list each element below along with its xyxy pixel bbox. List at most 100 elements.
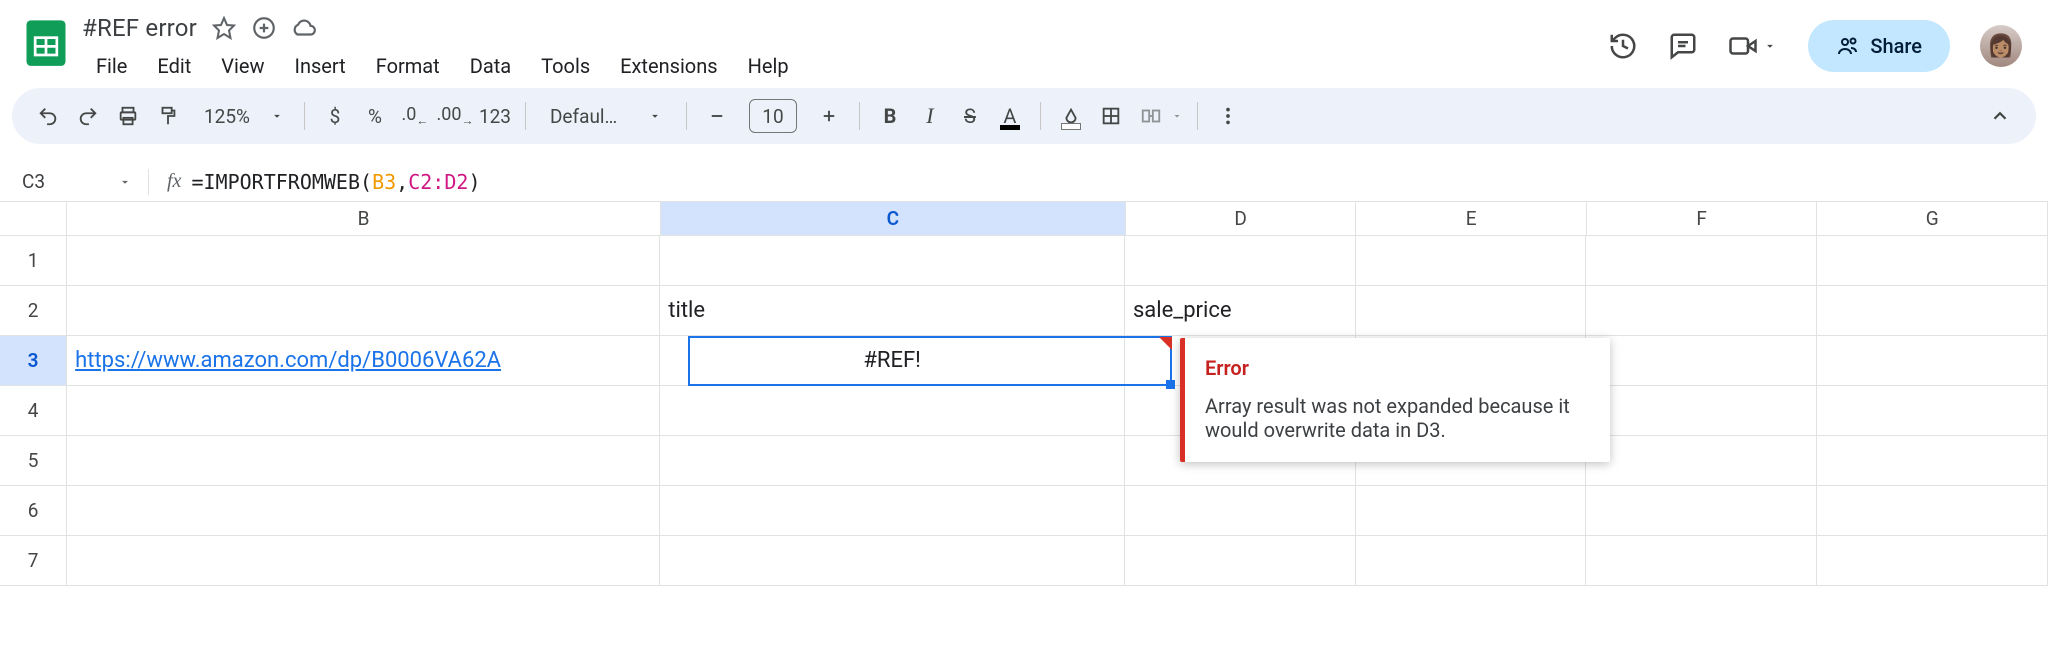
undo-button[interactable] — [28, 96, 68, 136]
menu-file[interactable]: File — [82, 50, 141, 82]
formula-bar[interactable]: =IMPORTFROMWEB(B3,C2:D2) — [191, 170, 480, 194]
cell-c3[interactable]: #REF! — [660, 336, 1125, 386]
fill-color-button[interactable] — [1051, 96, 1091, 136]
cell-d2[interactable]: sale_price — [1125, 286, 1356, 336]
more-toolbar-button[interactable] — [1208, 96, 1248, 136]
cell-g1[interactable] — [1817, 236, 2048, 286]
cell-g7[interactable] — [1817, 536, 2048, 586]
cell-c6[interactable] — [660, 486, 1125, 536]
cell-e2[interactable] — [1356, 286, 1587, 336]
cell-c4[interactable] — [660, 386, 1125, 436]
menu-tools[interactable]: Tools — [527, 50, 604, 82]
menu-view[interactable]: View — [207, 50, 278, 82]
select-all-corner[interactable] — [0, 202, 67, 235]
collapse-toolbar-button[interactable] — [1980, 96, 2020, 136]
decrease-font-size-button[interactable] — [697, 96, 737, 136]
menu-help[interactable]: Help — [734, 50, 803, 82]
decrease-decimal-button[interactable]: .0← — [395, 96, 435, 136]
cell-f1[interactable] — [1586, 236, 1817, 286]
cell-e7[interactable] — [1356, 536, 1587, 586]
text-color-button[interactable]: A — [990, 96, 1030, 136]
history-icon[interactable] — [1608, 31, 1638, 61]
cell-b7[interactable] — [67, 536, 660, 586]
merge-cells-button[interactable] — [1131, 96, 1171, 136]
cell-d7[interactable] — [1125, 536, 1356, 586]
row-header-1[interactable]: 1 — [0, 236, 67, 286]
cell-g6[interactable] — [1817, 486, 2048, 536]
cell-b2[interactable] — [67, 286, 660, 336]
menu-extensions[interactable]: Extensions — [606, 50, 731, 82]
row-header-2[interactable]: 2 — [0, 286, 67, 336]
cell-g5[interactable] — [1817, 436, 2048, 486]
cloud-saved-icon[interactable] — [291, 15, 317, 41]
name-box[interactable]: C3 — [0, 170, 140, 193]
italic-button[interactable]: I — [910, 96, 950, 136]
column-header-g[interactable]: G — [1817, 202, 2048, 235]
cell-f3[interactable] — [1586, 336, 1817, 386]
row-header-3[interactable]: 3 — [0, 336, 67, 386]
cell-b4[interactable] — [67, 386, 660, 436]
column-header-d[interactable]: D — [1126, 202, 1357, 235]
column-header-b[interactable]: B — [67, 202, 661, 235]
meet-button[interactable] — [1728, 31, 1778, 61]
cell-b5[interactable] — [67, 436, 660, 486]
menu-bar: File Edit View Insert Format Data Tools … — [82, 46, 1608, 86]
increase-font-size-button[interactable] — [809, 96, 849, 136]
move-icon[interactable] — [251, 15, 277, 41]
star-icon[interactable] — [211, 15, 237, 41]
bold-button[interactable]: B — [870, 96, 910, 136]
column-header-f[interactable]: F — [1587, 202, 1818, 235]
cell-f7[interactable] — [1586, 536, 1817, 586]
cell-f5[interactable] — [1586, 436, 1817, 486]
cell-b6[interactable] — [67, 486, 660, 536]
currency-button[interactable]: $ — [315, 96, 355, 136]
font-family-select[interactable]: Defaul… — [536, 105, 676, 128]
document-title[interactable]: #REF error — [82, 14, 197, 42]
cell-c7[interactable] — [660, 536, 1125, 586]
column-header-c[interactable]: C — [661, 202, 1126, 235]
row-header-7[interactable]: 7 — [0, 536, 67, 586]
cell-b3[interactable]: https://www.amazon.com/dp/B0006VA62A — [67, 336, 660, 386]
row-header-6[interactable]: 6 — [0, 486, 67, 536]
menu-insert[interactable]: Insert — [281, 50, 360, 82]
column-header-e[interactable]: E — [1356, 202, 1587, 235]
menu-data[interactable]: Data — [456, 50, 525, 82]
menu-edit[interactable]: Edit — [143, 50, 205, 82]
cell-d1[interactable] — [1125, 236, 1356, 286]
cell-f4[interactable] — [1586, 386, 1817, 436]
strikethrough-button[interactable]: S — [950, 96, 990, 136]
cell-c2[interactable]: title — [660, 286, 1125, 336]
share-button[interactable]: Share — [1808, 20, 1950, 72]
header: #REF error File Edit View Insert Format … — [0, 0, 2048, 88]
fx-icon: fx — [157, 170, 191, 193]
cell-g4[interactable] — [1817, 386, 2048, 436]
font-size-input[interactable]: 10 — [749, 99, 797, 133]
spreadsheet-grid[interactable]: B C D E F G 1 2 title sale_price 3 https… — [0, 202, 2048, 586]
cell-f2[interactable] — [1586, 286, 1817, 336]
paint-format-button[interactable] — [148, 96, 188, 136]
borders-button[interactable] — [1091, 96, 1131, 136]
cell-e1[interactable] — [1356, 236, 1587, 286]
menu-format[interactable]: Format — [362, 50, 454, 82]
increase-decimal-button[interactable]: .00→ — [435, 96, 475, 136]
cell-d6[interactable] — [1125, 486, 1356, 536]
column-headers: B C D E F G — [0, 202, 2048, 236]
sheets-logo[interactable] — [20, 16, 72, 68]
print-button[interactable] — [108, 96, 148, 136]
zoom-select[interactable]: 125% — [188, 105, 294, 128]
cell-g2[interactable] — [1817, 286, 2048, 336]
comments-icon[interactable] — [1668, 31, 1698, 61]
row-header-4[interactable]: 4 — [0, 386, 67, 436]
row-header-5[interactable]: 5 — [0, 436, 67, 486]
account-avatar[interactable]: 👩🏽 — [1980, 25, 2022, 67]
percent-button[interactable]: % — [355, 96, 395, 136]
cell-c5[interactable] — [660, 436, 1125, 486]
cell-e6[interactable] — [1356, 486, 1587, 536]
redo-button[interactable] — [68, 96, 108, 136]
more-formats-button[interactable]: 123 — [475, 96, 515, 136]
cell-g3[interactable] — [1817, 336, 2048, 386]
cell-f6[interactable] — [1586, 486, 1817, 536]
cell-b1[interactable] — [67, 236, 660, 286]
cell-c1[interactable] — [660, 236, 1125, 286]
chevron-down-icon — [270, 109, 284, 123]
